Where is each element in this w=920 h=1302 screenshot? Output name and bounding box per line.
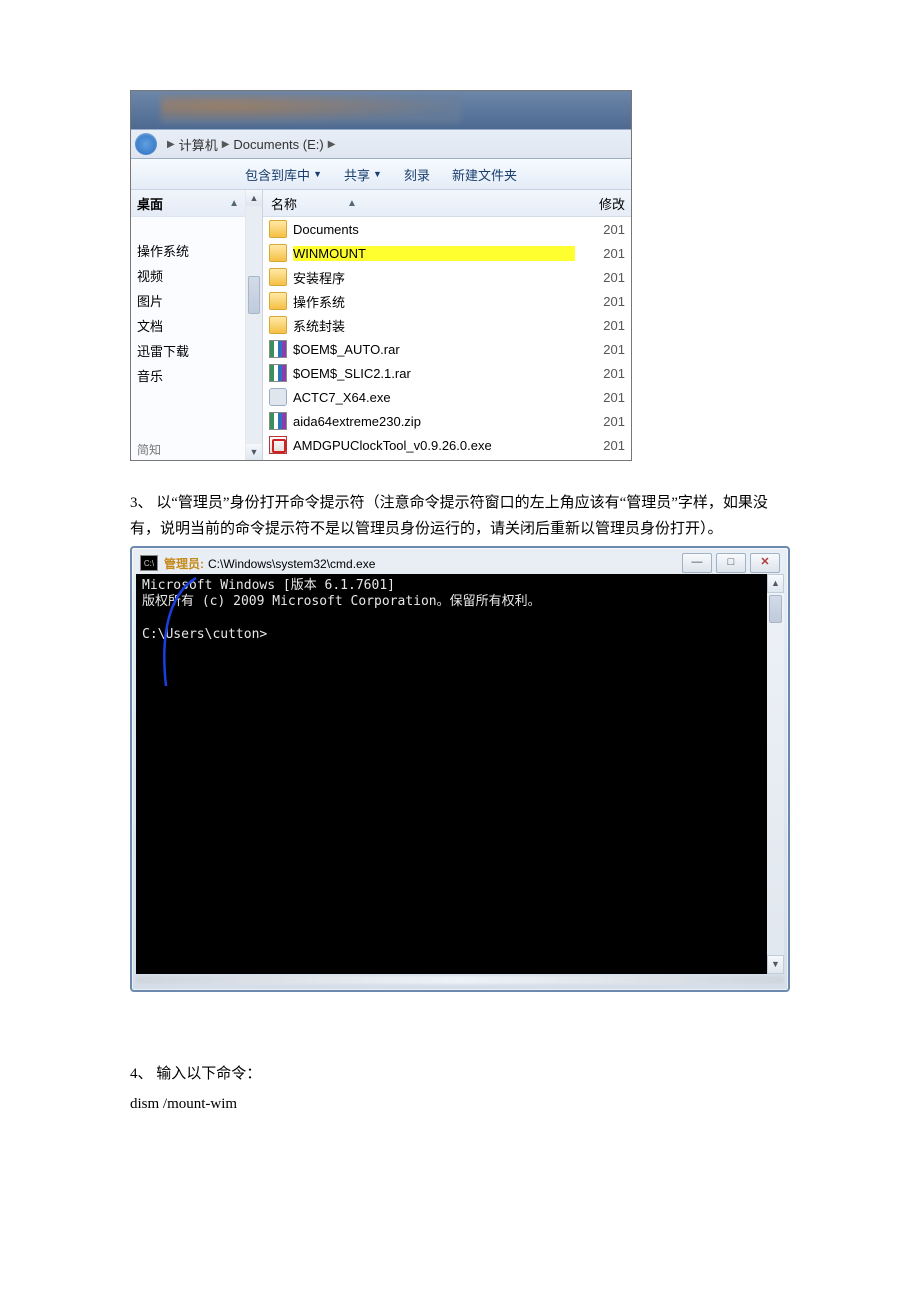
share-button[interactable]: 共享 ▼ <box>344 165 382 184</box>
command-text: dism /mount-wim <box>130 1092 790 1118</box>
file-name: WINMOUNT <box>293 246 575 261</box>
cmd-window: C:\ 管理员: C:\Windows\system32\cmd.exe — □… <box>130 546 790 992</box>
file-date: 201 <box>575 222 625 237</box>
breadcrumb-drive[interactable]: Documents (E:) <box>233 137 323 152</box>
minimize-button[interactable]: — <box>682 553 712 573</box>
explorer-toolbar: 包含到库中 ▼ 共享 ▼ 刻录 新建文件夹 <box>131 159 631 190</box>
nav-scrollbar[interactable]: ▲ ▼ <box>246 190 263 460</box>
nav-item[interactable]: 音乐 <box>131 363 245 388</box>
file-row[interactable]: ACTC7_X64.exe201 <box>263 385 631 409</box>
cmd-output[interactable]: Microsoft Windows [版本 6.1.7601] 版权所有 (c)… <box>136 574 767 974</box>
chevron-right-icon: ▶ <box>222 139 230 150</box>
col-name[interactable]: 名称▲ <box>263 190 569 216</box>
folder-icon <box>269 316 287 334</box>
exe-icon <box>269 388 287 406</box>
article-text-2: 4、 输入以下命令： dism /mount-wim <box>130 1062 790 1117</box>
file-name: 系统封装 <box>293 316 575 335</box>
new-folder-button[interactable]: 新建文件夹 <box>452 165 517 184</box>
file-date: 201 <box>575 318 625 333</box>
nav-item[interactable] <box>131 217 245 238</box>
file-row[interactable]: 安装程序201 <box>263 265 631 289</box>
breadcrumb-computer[interactable]: 计算机 <box>179 135 218 154</box>
close-button[interactable]: ✕ <box>750 553 780 573</box>
scroll-down-icon[interactable]: ▼ <box>767 955 784 974</box>
file-row[interactable]: 系统封装201 <box>263 313 631 337</box>
cmd-title-path: C:\Windows\system32\cmd.exe <box>208 557 375 571</box>
rar-icon <box>269 412 287 430</box>
dropdown-icon: ▼ <box>313 169 322 179</box>
file-date: 201 <box>575 390 625 405</box>
nav-bottom-item[interactable]: 简知 <box>137 441 161 458</box>
file-date: 201 <box>575 342 625 357</box>
chevron-right-icon: ▶ <box>328 139 336 150</box>
file-name: 安装程序 <box>293 268 575 287</box>
file-date: 201 <box>575 414 625 429</box>
nav-item[interactable]: 操作系统 <box>131 238 245 263</box>
file-row[interactable]: AMDGPUClockTool_v0.9.26.0.exe201 <box>263 433 631 457</box>
cmd-titlebar: C:\ 管理员: C:\Windows\system32\cmd.exe — □… <box>136 552 784 574</box>
file-date: 201 <box>575 366 625 381</box>
scroll-up-icon[interactable]: ▲ <box>246 190 262 206</box>
scroll-up-icon[interactable]: ▲ <box>767 574 784 593</box>
cmd-title-admin: 管理员: <box>164 555 204 572</box>
column-headers: 名称▲ 修改 <box>263 190 631 217</box>
include-in-library-button[interactable]: 包含到库中 ▼ <box>245 165 322 184</box>
file-row[interactable]: Documents201 <box>263 217 631 241</box>
folder-icon <box>269 268 287 286</box>
nav-item[interactable]: 图片 <box>131 288 245 313</box>
nav-header[interactable]: 桌面▲ <box>131 190 245 217</box>
file-row[interactable]: aida64extreme230.zip201 <box>263 409 631 433</box>
file-name: ACTC7_X64.exe <box>293 390 575 405</box>
folder-icon <box>269 292 287 310</box>
file-row[interactable]: $OEM$_SLIC2.1.rar201 <box>263 361 631 385</box>
rar-icon <box>269 340 287 358</box>
file-name: Documents <box>293 222 575 237</box>
file-row[interactable]: $OEM$_AUTO.rar201 <box>263 337 631 361</box>
sort-asc-icon: ▲ <box>229 198 239 209</box>
explorer-window: ▶ 计算机 ▶ Documents (E:) ▶ 包含到库中 ▼ 共享 ▼ 刻录… <box>130 90 632 461</box>
article-text: 3、 以“管理员”身份打开命令提示符（注意命令提示符窗口的左上角应该有“管理员”… <box>130 491 790 542</box>
explorer-file-pane: 名称▲ 修改 Documents201WINMOUNT201安装程序201操作系… <box>263 190 631 460</box>
burn-button[interactable]: 刻录 <box>404 165 430 184</box>
dropdown-icon: ▼ <box>373 169 382 179</box>
folder-icon <box>269 220 287 238</box>
explorer-nav-pane: 桌面▲ 操作系统视频图片文档迅雷下载音乐 简知 <box>131 190 246 460</box>
file-name: $OEM$_SLIC2.1.rar <box>293 366 575 381</box>
scroll-thumb[interactable] <box>769 595 782 623</box>
sort-asc-icon: ▲ <box>347 198 357 209</box>
paragraph-step-4: 4、 输入以下命令： <box>130 1062 790 1088</box>
file-name: aida64extreme230.zip <box>293 414 575 429</box>
file-date: 201 <box>575 294 625 309</box>
file-name: 操作系统 <box>293 292 575 311</box>
file-row[interactable]: WINMOUNT201 <box>263 241 631 265</box>
file-date: 201 <box>575 246 625 261</box>
file-row[interactable]: 操作系统201 <box>263 289 631 313</box>
explorer-address-bar[interactable]: ▶ 计算机 ▶ Documents (E:) ▶ <box>131 129 631 159</box>
scroll-down-icon[interactable]: ▼ <box>246 444 262 460</box>
file-date: 201 <box>575 270 625 285</box>
app-icon <box>269 436 287 454</box>
file-name: AMDGPUClockTool_v0.9.26.0.exe <box>293 438 575 453</box>
file-name: $OEM$_AUTO.rar <box>293 342 575 357</box>
nav-item[interactable]: 文档 <box>131 313 245 338</box>
nav-item[interactable]: 迅雷下载 <box>131 338 245 363</box>
maximize-button[interactable]: □ <box>716 553 746 573</box>
chevron-right-icon: ▶ <box>167 139 175 150</box>
rar-icon <box>269 364 287 382</box>
cmd-scrollbar[interactable]: ▲ ▼ <box>767 574 784 974</box>
folder-icon <box>269 244 287 262</box>
scroll-thumb[interactable] <box>248 276 260 314</box>
paragraph-step-3: 3、 以“管理员”身份打开命令提示符（注意命令提示符窗口的左上角应该有“管理员”… <box>130 491 790 542</box>
col-modified[interactable]: 修改 <box>569 190 631 216</box>
back-button-icon[interactable] <box>135 133 157 155</box>
nav-item[interactable]: 视频 <box>131 263 245 288</box>
cmd-icon: C:\ <box>140 555 158 571</box>
file-date: 201 <box>575 438 625 453</box>
explorer-titlebar <box>131 91 631 129</box>
